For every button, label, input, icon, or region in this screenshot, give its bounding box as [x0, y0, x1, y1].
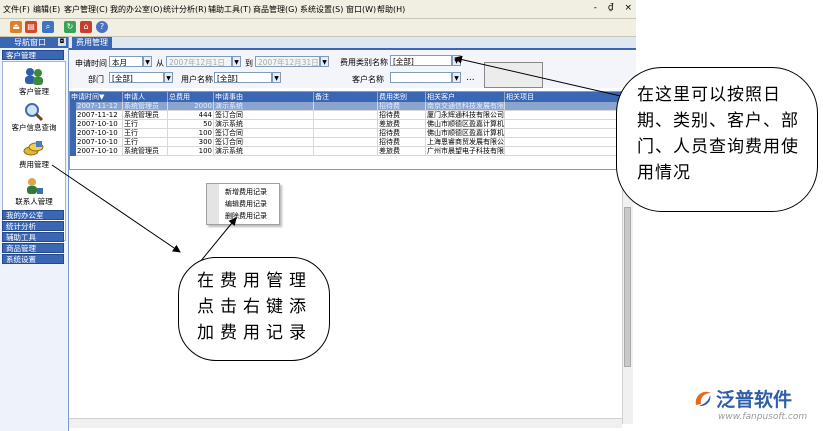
- callout-rightclick-hint: 在费用管理点击右键添加费用记录: [178, 257, 330, 361]
- fanpu-logo: 泛普软件 www.fanpusoft.com: [692, 385, 820, 429]
- arrow-to-context-menu: [199, 217, 237, 263]
- logo-icon: [695, 391, 711, 407]
- logo-text: 泛普软件: [716, 389, 793, 411]
- arrow-to-expense-nav: [51, 164, 181, 253]
- arrow-to-filters: [454, 55, 626, 98]
- annotation-arrows: [51, 55, 626, 263]
- callout-rightclick-text: 在费用管理点击右键添加费用记录: [197, 271, 312, 343]
- callout-filter-text: 在这里可以按照日期、类别、客户、部门、人员查询费用使用情况: [637, 85, 799, 183]
- callout-filter-hint: 在这里可以按照日期、类别、客户、部门、人员查询费用使用情况: [616, 67, 818, 212]
- logo-url: www.fanpusoft.com: [718, 412, 808, 422]
